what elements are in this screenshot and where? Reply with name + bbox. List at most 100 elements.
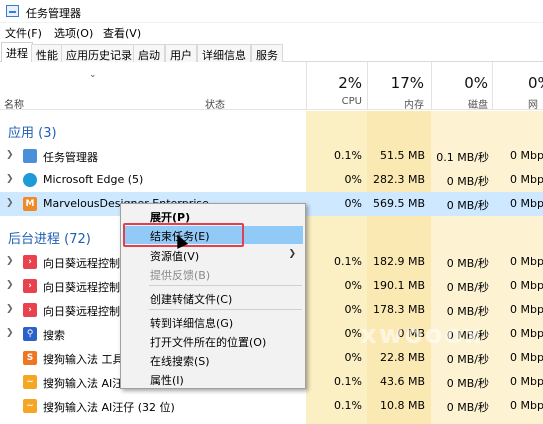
submenu-arrow-icon: ❯: [288, 249, 296, 259]
memory-value: 22.8 MB: [379, 351, 425, 364]
tab-app-history[interactable]: 应用历史记录: [61, 44, 137, 62]
cpu-value: 0.1%: [334, 255, 362, 268]
group-apps: 应用 (3): [8, 126, 57, 141]
sunlogin-icon: ›: [23, 255, 37, 269]
network-total[interactable]: 0%: [492, 74, 543, 92]
disk-value: 0.1 MB/秒: [436, 151, 489, 164]
menu-item-resource-values[interactable]: 资源值(V): [150, 248, 199, 264]
expand-arrow-icon[interactable]: ❯: [6, 280, 14, 290]
network-value: 0 Mbps: [510, 279, 543, 292]
menu-item-properties[interactable]: 属性(I): [150, 372, 184, 388]
edge-icon: [23, 173, 37, 187]
expand-arrow-icon[interactable]: ❯: [6, 174, 14, 184]
menu-item-goto-details[interactable]: 转到详细信息(G): [150, 315, 233, 331]
cpu-value: 0%: [344, 327, 362, 340]
disk-value: 0 MB/秒: [446, 353, 489, 366]
cpu-total[interactable]: 2%: [306, 74, 362, 92]
menu-item-open-location[interactable]: 打开文件所在的位置(O): [150, 334, 266, 350]
sunlogin-icon: ›: [23, 303, 37, 317]
tab-details[interactable]: 详细信息: [197, 44, 251, 62]
disk-value: 0 MB/秒: [446, 401, 489, 414]
menu-item-expand[interactable]: 展开(P): [150, 209, 190, 225]
cpu-value: 0.1%: [334, 399, 362, 412]
network-value: 0 Mbps: [510, 303, 543, 316]
memory-value: 282.3 MB: [372, 173, 425, 186]
expand-arrow-icon[interactable]: ❯: [6, 328, 14, 338]
tab-services[interactable]: 服务: [251, 44, 283, 62]
network-value: 0 Mbps: [510, 327, 543, 340]
network-value: 0 Mbps: [510, 375, 543, 388]
process-name: 搜狗输入法 AI汪仔 (32 位): [43, 401, 175, 414]
process-row[interactable]: ~ 搜狗输入法 AI汪仔 (32 位) 0.1% 10.8 MB 0 MB/秒 …: [0, 394, 543, 418]
memory-value: 190.1 MB: [372, 279, 425, 292]
network-value: 0 Mbps: [510, 197, 543, 210]
process-name: 搜狗输入法 工具: [43, 353, 124, 366]
cpu-value: 0%: [344, 197, 362, 210]
tab-processes[interactable]: 进程: [1, 42, 33, 62]
memory-total[interactable]: 17%: [367, 74, 424, 92]
context-menu: 展开(P) 结束任务(E) 资源值(V) ❯ 提供反馈(B) 创建转储文件(C)…: [120, 203, 306, 389]
tab-users[interactable]: 用户: [165, 44, 197, 62]
menu-bar: 文件(F) 选项(O) 查看(V): [0, 23, 543, 41]
disk-value: 0 MB/秒: [446, 257, 489, 270]
menu-item-feedback[interactable]: 提供反馈(B): [150, 267, 210, 283]
cpu-value: 0.1%: [334, 149, 362, 162]
watermark: xwooox: [160, 120, 284, 150]
network-value: 0 Mbps: [510, 351, 543, 364]
sogou-icon: S: [23, 351, 37, 365]
disk-value: 0 MB/秒: [446, 175, 489, 188]
memory-value: 43.6 MB: [379, 375, 425, 388]
tab-performance[interactable]: 性能: [31, 44, 63, 62]
disk-value: 0 MB/秒: [446, 281, 489, 294]
memory-value: 182.9 MB: [372, 255, 425, 268]
process-row[interactable]: ❯ Microsoft Edge (5) 0% 282.3 MB 0 MB/秒 …: [0, 168, 543, 192]
disk-total[interactable]: 0%: [431, 74, 488, 92]
watermark: xwooox: [360, 320, 484, 350]
window-title: 任务管理器: [26, 7, 81, 20]
network-value: 0 Mbps: [510, 173, 543, 186]
cpu-value: 0.1%: [334, 375, 362, 388]
disk-value: 0 MB/秒: [446, 377, 489, 390]
process-name: Microsoft Edge (5): [43, 173, 144, 186]
menu-item-dump[interactable]: 创建转储文件(C): [150, 291, 232, 307]
cpu-value: 0%: [344, 351, 362, 364]
process-name: 任务管理器: [43, 151, 98, 164]
search-app-icon: ⚲: [23, 327, 37, 341]
disk-value: 0 MB/秒: [446, 305, 489, 318]
disk-value: 0 MB/秒: [446, 199, 489, 212]
menu-separator: [149, 285, 302, 286]
network-value: 0 Mbps: [510, 149, 543, 162]
tab-startup[interactable]: 启动: [133, 44, 165, 62]
disk-label[interactable]: 磁盘: [431, 96, 488, 111]
menu-file[interactable]: 文件(F): [5, 25, 42, 41]
title-bar: 任务管理器: [0, 0, 543, 23]
cpu-label[interactable]: CPU: [306, 96, 362, 107]
marvelous-icon: M: [23, 197, 37, 211]
cpu-value: 0%: [344, 279, 362, 292]
menu-view[interactable]: 查看(V): [103, 25, 141, 41]
sogou-ai-icon: ~: [23, 399, 37, 413]
task-manager-icon: [6, 5, 19, 17]
memory-value: 569.5 MB: [372, 197, 425, 210]
memory-label[interactable]: 内存: [367, 96, 424, 111]
menu-item-search-online[interactable]: 在线搜索(S): [150, 353, 210, 369]
process-name: 搜索: [43, 329, 65, 342]
taskmgr-icon: [23, 149, 37, 163]
expand-arrow-icon[interactable]: ❯: [6, 198, 14, 208]
col-status[interactable]: 状态: [205, 96, 225, 111]
menu-separator: [149, 309, 302, 310]
tab-bar: 进程 性能 应用历史记录 启动 用户 详细信息 服务: [0, 41, 543, 62]
cpu-value: 0%: [344, 173, 362, 186]
sunlogin-icon: ›: [23, 279, 37, 293]
memory-value: 51.5 MB: [379, 149, 425, 162]
menu-options[interactable]: 选项(O): [54, 25, 93, 41]
col-name[interactable]: 名称: [4, 96, 24, 111]
cpu-value: 0%: [344, 303, 362, 316]
sort-chevron-icon[interactable]: ⌄: [89, 70, 97, 80]
memory-value: 178.3 MB: [372, 303, 425, 316]
sogou-ai-icon: ~: [23, 375, 37, 389]
expand-arrow-icon[interactable]: ❯: [6, 256, 14, 266]
expand-arrow-icon[interactable]: ❯: [6, 304, 14, 314]
expand-arrow-icon[interactable]: ❯: [6, 150, 14, 160]
network-value: 0 Mbps: [510, 255, 543, 268]
